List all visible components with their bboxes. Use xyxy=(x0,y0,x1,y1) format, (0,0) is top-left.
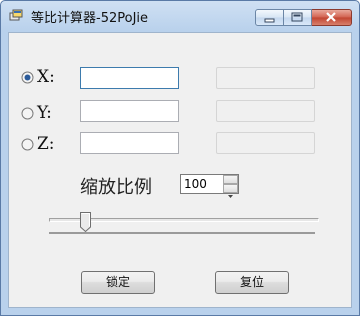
reset-button[interactable]: 复位 xyxy=(215,271,289,294)
radio-y[interactable] xyxy=(21,107,34,120)
scale-ratio-label: 缩放比例 xyxy=(80,177,152,198)
main-panel: X: Y: Z: 缩放比例 100 锁定 复位 xyxy=(8,32,352,308)
x-input[interactable] xyxy=(80,67,179,89)
chevron-down-icon xyxy=(228,195,233,198)
radio-z[interactable] xyxy=(21,138,34,151)
close-button[interactable] xyxy=(312,9,352,26)
close-icon xyxy=(326,12,336,22)
spin-buttons xyxy=(223,175,238,198)
z-input[interactable] xyxy=(80,132,179,154)
x-result xyxy=(216,67,315,89)
minimize-button[interactable] xyxy=(255,9,284,26)
slider-tick-line xyxy=(49,232,315,234)
window-title: 等比计算器-52PoJie xyxy=(31,11,149,26)
radio-x[interactable] xyxy=(21,71,34,84)
y-result xyxy=(216,100,315,122)
app-window: 等比计算器-52PoJie X: Y: Z: 缩放比例 100 锁定 复位 xyxy=(0,0,360,316)
y-input[interactable] xyxy=(80,100,179,122)
title-bar[interactable]: 等比计算器-52PoJie xyxy=(1,1,359,32)
scale-spinbox[interactable]: 100 xyxy=(180,174,239,198)
axis-label-z: Z: xyxy=(37,134,55,154)
calculator-app-icon xyxy=(9,9,23,21)
axis-label-x: X: xyxy=(37,67,55,87)
minimize-icon xyxy=(264,18,275,23)
z-result xyxy=(216,132,315,154)
spin-up-button[interactable] xyxy=(223,175,238,189)
axis-label-y: Y: xyxy=(37,103,52,123)
maximize-icon xyxy=(291,12,303,22)
scale-value[interactable]: 100 xyxy=(184,177,207,191)
scale-slider-thumb[interactable] xyxy=(80,212,92,232)
spin-down-button[interactable] xyxy=(223,184,238,198)
maximize-button[interactable] xyxy=(284,9,312,26)
lock-button[interactable]: 锁定 xyxy=(81,271,155,294)
